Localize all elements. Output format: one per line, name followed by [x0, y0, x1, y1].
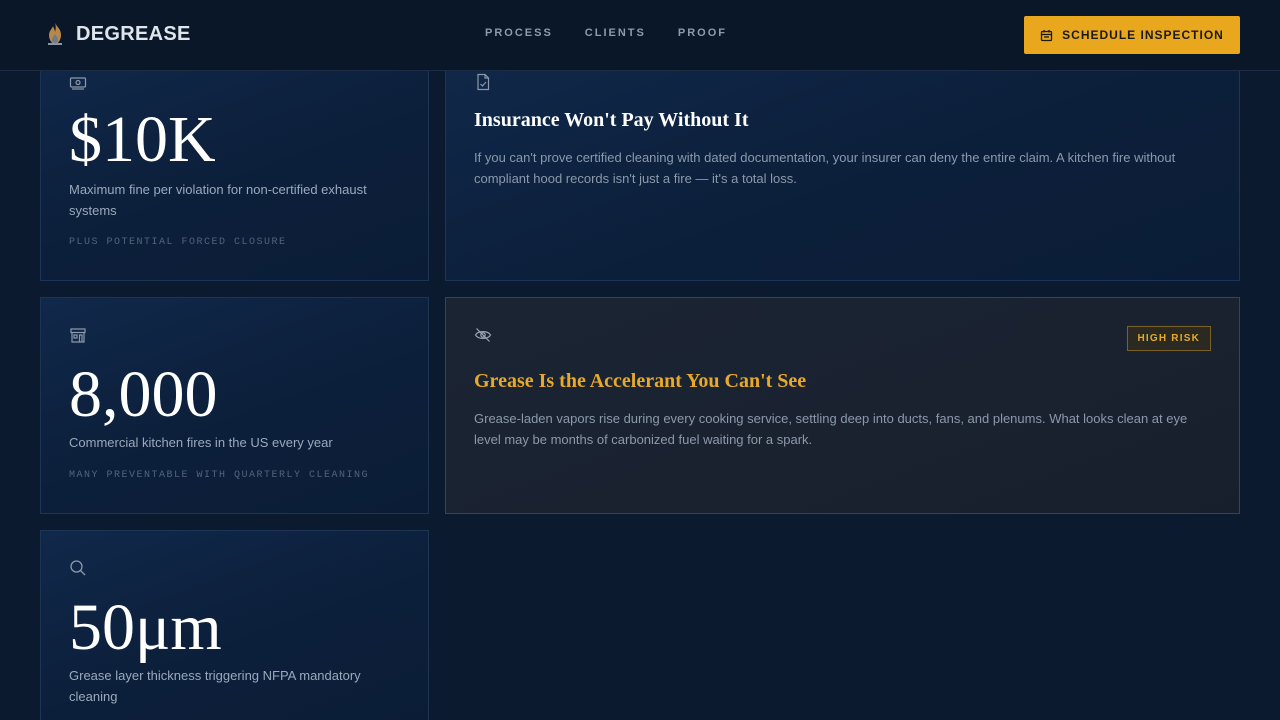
banknote-icon: [69, 77, 87, 90]
schedule-inspection-button[interactable]: SCHEDULE INSPECTION: [1024, 16, 1240, 54]
site-header: DEGREASE PROCESS CLIENTS PROOF SCHEDULE …: [0, 0, 1280, 71]
flame-icon: [48, 23, 62, 45]
stat-value: 8,000: [69, 358, 218, 431]
stat-description: Maximum fine per violation for non-certi…: [69, 182, 367, 218]
stat-description: Grease layer thickness triggering NFPA m…: [69, 668, 361, 704]
storefront-icon: [70, 328, 86, 343]
info-card-insurance: Insurance Won't Pay Without It If you ca…: [445, 50, 1240, 281]
nav-link-clients[interactable]: CLIENTS: [585, 27, 646, 39]
info-card-title: Grease Is the Accelerant You Can't See: [474, 370, 807, 392]
info-card-grease-risk: HIGH RISK Grease Is the Accelerant You C…: [445, 297, 1240, 514]
brand-logo[interactable]: DEGREASE: [44, 22, 191, 46]
brand-name: DEGREASE: [76, 22, 191, 45]
stat-note: MANY PREVENTABLE WITH QUARTERLY CLEANING: [69, 470, 370, 481]
schedule-inspection-label: SCHEDULE INSPECTION: [1062, 28, 1224, 42]
search-icon: [70, 560, 86, 576]
stat-value: 50μm: [69, 591, 222, 664]
info-card-body: If you can't prove certified cleaning wi…: [474, 150, 1176, 186]
file-check-icon: [477, 73, 490, 91]
nav-link-process[interactable]: PROCESS: [485, 27, 553, 39]
info-card-body: Grease-laden vapors rise during every co…: [474, 411, 1188, 447]
high-risk-badge: HIGH RISK: [1126, 326, 1211, 351]
info-card-title: Insurance Won't Pay Without It: [474, 109, 749, 131]
stat-note: PLUS POTENTIAL FORCED CLOSURE: [69, 237, 287, 248]
nav-link-proof[interactable]: PROOF: [678, 27, 727, 39]
stat-card-fine: $10K Maximum fine per violation for non-…: [40, 50, 429, 281]
eye-off-icon: [474, 328, 492, 342]
calendar-icon: [1041, 29, 1053, 41]
stat-description: Commercial kitchen fires in the US every…: [69, 435, 333, 450]
main-nav: PROCESS CLIENTS PROOF: [485, 27, 727, 39]
stat-card-grease-thickness: 50μm Grease layer thickness triggering N…: [40, 530, 429, 720]
stat-card-fires: 8,000 Commercial kitchen fires in the US…: [40, 297, 429, 514]
stat-value: $10K: [69, 103, 216, 176]
